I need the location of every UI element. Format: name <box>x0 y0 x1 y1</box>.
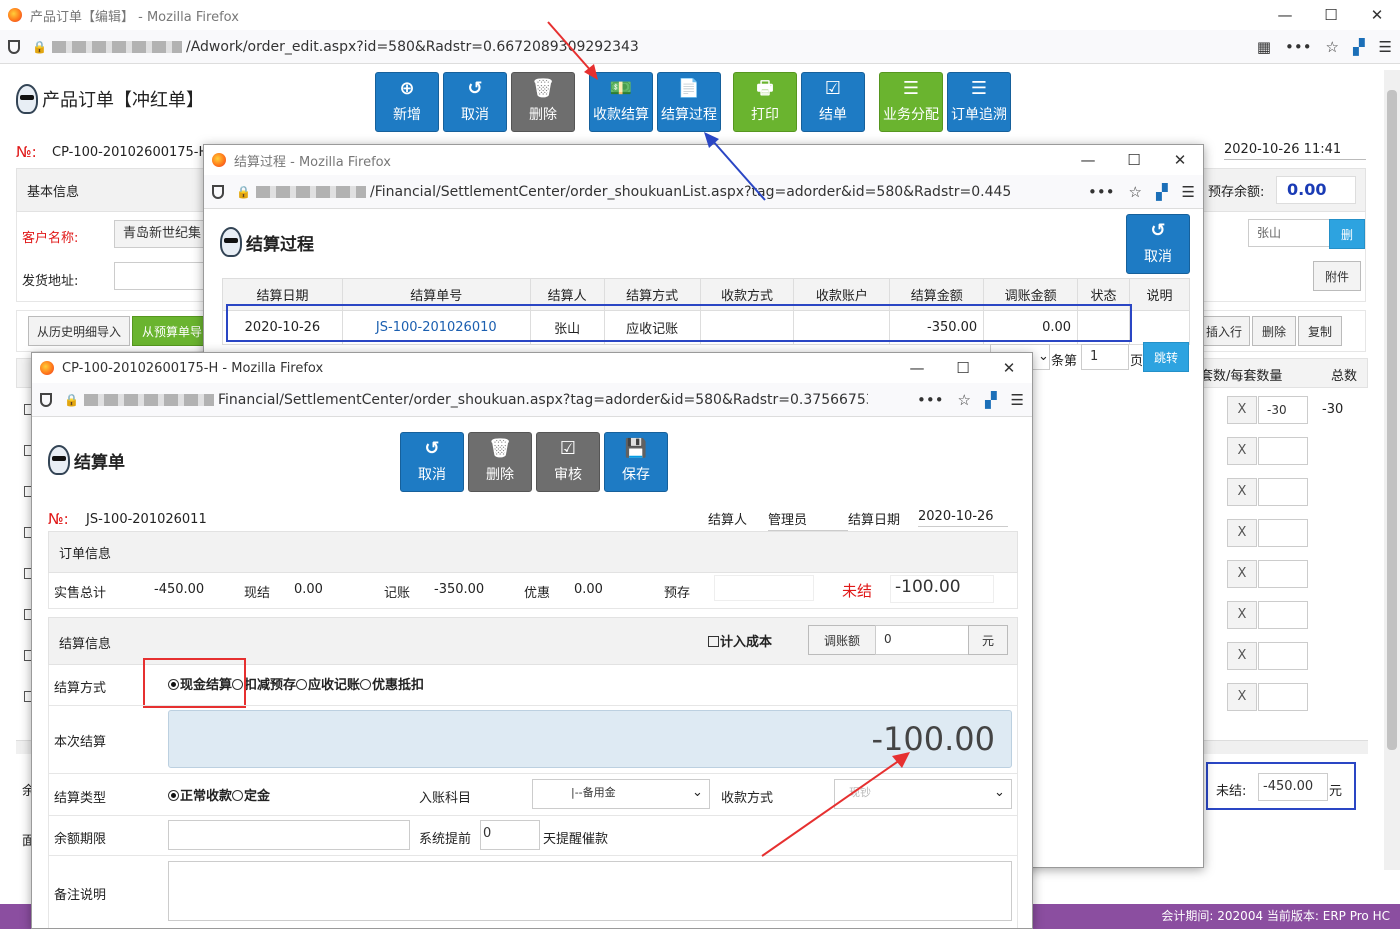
blue-arrow-to-process <box>704 132 766 201</box>
red-arrow-to-receipt <box>547 21 598 80</box>
red-arrow-to-amount <box>761 752 910 857</box>
annotation-arrows <box>547 21 910 857</box>
